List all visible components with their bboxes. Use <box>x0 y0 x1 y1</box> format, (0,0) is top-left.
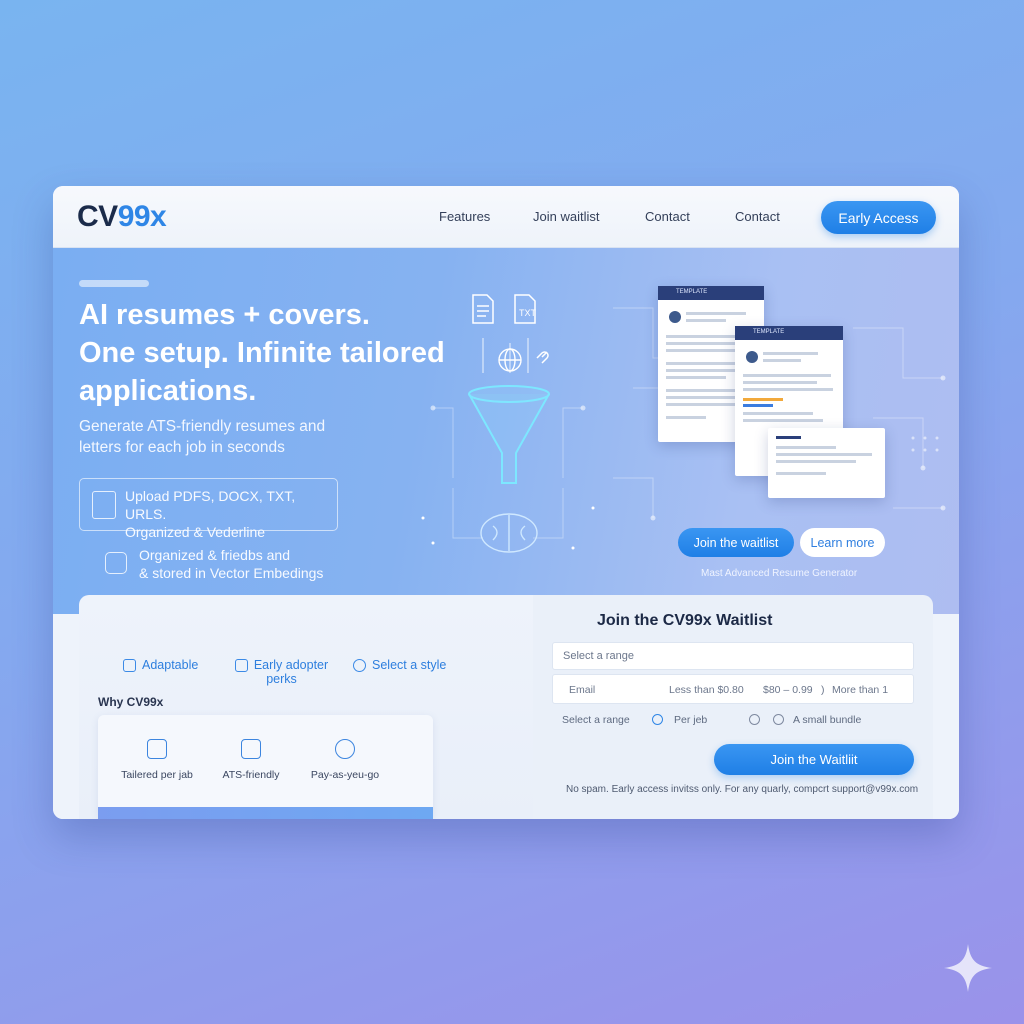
range-option-mid[interactable]: $80 – 0.99 <box>763 684 813 696</box>
why-item-tailored-label: Tailered per jab <box>121 769 193 781</box>
link-icon <box>536 351 549 364</box>
resume-preview-2-header: TEMPLATE <box>735 326 843 340</box>
resume-preview-1-header: TEMPLATE <box>658 286 764 300</box>
hero-caption: Mast Advanced Resume Generator <box>701 568 858 579</box>
why-item-tailored: Tailered per jab <box>112 739 202 781</box>
nav-link-contact[interactable]: Contact <box>645 209 690 224</box>
upload-line-1: Upload PDFS, DOCX, TXT, URLS. <box>125 488 296 522</box>
ats-icon <box>241 739 261 759</box>
radio-small-bundle-label[interactable]: A small bundle <box>793 714 861 726</box>
resume-preview-3 <box>768 428 885 498</box>
brain-icon <box>480 513 538 553</box>
plan-options: Select a range Per jeb A small bundle <box>552 710 914 732</box>
top-nav: CV99x Features Join waitlist Contact Con… <box>53 186 959 248</box>
file-icon-pdf <box>472 294 494 324</box>
waitlist-title: Join the CV99x Waitlist <box>597 612 773 629</box>
logo-part-cv: CV <box>77 200 118 233</box>
globe-icon <box>498 348 522 372</box>
why-item-ats: ATS-friendly <box>206 739 296 781</box>
email-range-row[interactable]: Email Less than $0.80 $80 – 0.99 ) More … <box>552 674 914 704</box>
store-line-1: Organized & friedbs and <box>139 547 290 563</box>
nav-link-join-waitlist[interactable]: Join waitlist <box>533 209 599 224</box>
logo[interactable]: CV99x <box>77 200 167 234</box>
gift-icon <box>234 659 248 673</box>
sparkle-icon <box>944 944 992 992</box>
file-icon-txt <box>514 294 536 324</box>
nav-link-features[interactable]: Features <box>439 209 490 224</box>
file-upload-icon <box>92 491 116 519</box>
puzzle-icon <box>123 659 136 673</box>
learn-more-button[interactable]: Learn more <box>800 528 885 557</box>
radio-small-bundle[interactable] <box>773 714 784 725</box>
funnel-icon <box>468 385 550 484</box>
why-item-pay: Pay-as-yeu-go <box>300 739 390 781</box>
feature-adaptable-label: Adaptable <box>142 658 199 672</box>
nav-link-contact-2[interactable]: Contact <box>735 209 780 224</box>
why-item-pay-label: Pay-as-yeu-go <box>310 769 380 781</box>
hero-title-line-1: AI resumes + covers. <box>79 299 370 331</box>
feature-select-style[interactable]: Select a style <box>353 658 447 673</box>
feature-early-adopter[interactable]: Early adopter perks <box>229 658 334 686</box>
hero-title-line-2: One setup. Infinite tailored <box>79 337 445 369</box>
hero-subtitle: Generate ATS-friendly resumes and letter… <box>79 418 326 456</box>
app-window: CV99x Features Join waitlist Contact Con… <box>53 186 959 819</box>
resume-preview-3-lines <box>776 436 872 475</box>
hero-title-line-3: applications. <box>79 375 257 407</box>
range-select[interactable]: Select a range <box>552 642 914 670</box>
logo-part-99x: 99x <box>117 200 167 233</box>
feature-adaptable[interactable]: Adaptable <box>123 658 199 673</box>
radio-empty[interactable] <box>749 714 760 725</box>
range-option-more[interactable]: More than 1 <box>832 684 888 696</box>
range-option-less[interactable]: Less than $0.80 <box>669 684 744 696</box>
email-field-label[interactable]: Email <box>569 684 595 696</box>
check-shield-icon <box>105 552 127 574</box>
store-line-2: & stored in Vector Embedings <box>139 565 324 581</box>
why-card: Tailered per jab ATS-friendly Pay-as-yeu… <box>98 715 433 819</box>
waitlist-footer-note: No spam. Early access invitss only. For … <box>566 784 919 795</box>
range-option-separator: ) <box>821 684 825 696</box>
early-access-button[interactable]: Early Access <box>821 201 936 234</box>
coin-icon <box>335 739 355 759</box>
why-card-footer-bar <box>98 807 433 819</box>
hero-title: AI resumes + covers. One setup. Infinite… <box>79 296 459 410</box>
hero-accent-bar <box>79 280 149 287</box>
why-item-ats-label: ATS-friendly <box>222 769 280 781</box>
join-waitlist-submit-button[interactable]: Join the Waitliit <box>714 744 914 775</box>
plan-options-label: Select a range <box>562 714 630 726</box>
upload-line-2: Organized & Vederline <box>125 524 266 540</box>
document-edit-icon <box>147 739 167 759</box>
svg-text:TXT: TXT <box>519 308 537 318</box>
radio-per-job[interactable] <box>652 714 663 725</box>
radio-per-job-label[interactable]: Per jeb <box>674 714 707 726</box>
upload-info-box: Upload PDFS, DOCX, TXT, URLS. Organized … <box>79 478 338 540</box>
feature-select-style-label: Select a style <box>372 658 447 672</box>
feature-early-adopter-label: Early adopter perks <box>253 658 329 687</box>
why-title: Why CV99x <box>98 695 164 709</box>
palette-icon <box>353 659 366 673</box>
hero-join-waitlist-button[interactable]: Join the waitlist <box>678 528 794 557</box>
